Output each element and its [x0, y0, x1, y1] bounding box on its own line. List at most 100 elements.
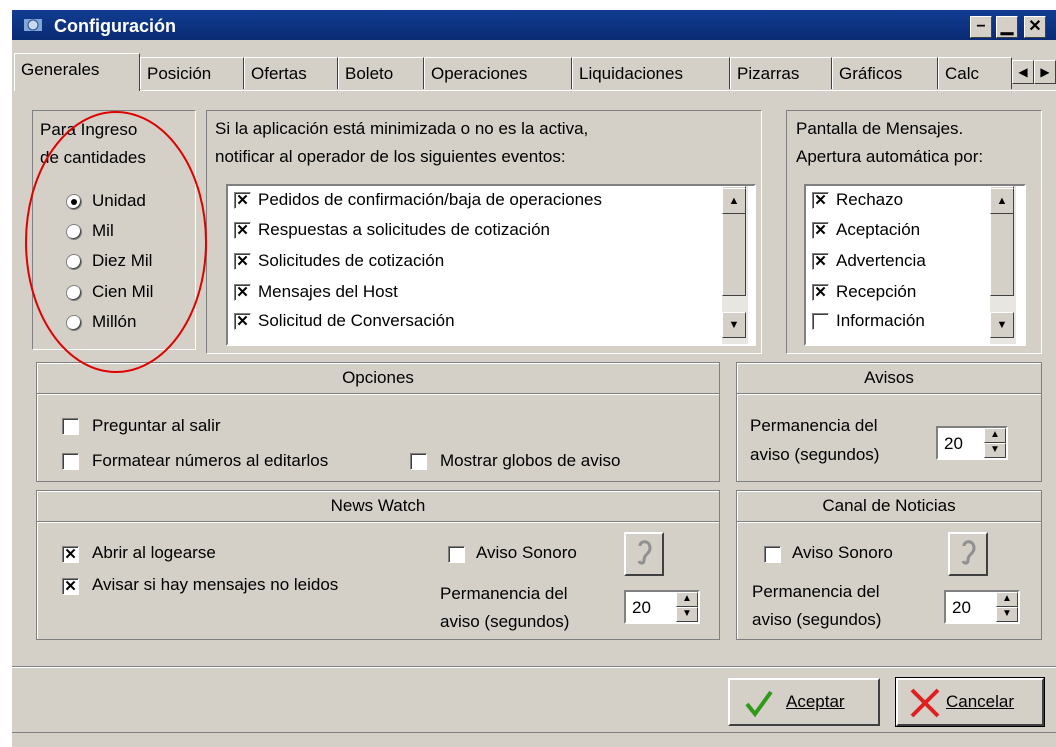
spin-down-icon: ▼: [682, 608, 692, 619]
tab-operaciones[interactable]: Operaciones: [424, 57, 572, 89]
notificar-scroll-down-button[interactable]: ▼: [722, 312, 746, 338]
tab-generales[interactable]: Generales: [14, 53, 140, 91]
button-bar-separator: [12, 666, 1056, 667]
canal-sound-button[interactable]: [948, 532, 988, 576]
minimize-icon: −: [976, 18, 986, 35]
minimize-button[interactable]: −: [970, 16, 992, 38]
mensajes-checkbox[interactable]: ✕: [812, 222, 829, 239]
newswatch-permanencia-line2: aviso (segundos): [440, 612, 570, 631]
newswatch-sound-button[interactable]: [624, 532, 664, 576]
mensajes-checkbox[interactable]: ✕: [812, 284, 829, 301]
tab-ofertas[interactable]: Ofertas: [244, 57, 338, 89]
canal-permanencia-line1: Permanencia del: [752, 582, 880, 601]
arrow-down-icon: ▼: [728, 319, 740, 331]
mensajes-item[interactable]: Información: [836, 311, 925, 331]
newswatch-seconds-value[interactable]: 20: [632, 598, 651, 618]
mensajes-item[interactable]: Rechazo: [836, 190, 903, 210]
mensajes-item[interactable]: Advertencia: [836, 251, 926, 271]
restore-button[interactable]: ▁: [996, 16, 1018, 38]
canal-permanencia-line2: aviso (segundos): [752, 610, 882, 629]
tab-label: Ofertas: [251, 64, 307, 83]
tab-pizarras[interactable]: Pizarras: [730, 57, 832, 89]
avisos-permanencia-line1: Permanencia del: [750, 416, 878, 435]
notificar-label-line2: notificar al operador de los siguientes …: [215, 147, 566, 166]
arrow-up-icon: ▲: [728, 195, 740, 207]
spin-up-icon: ▲: [682, 593, 692, 604]
tab-calc[interactable]: Calc: [938, 57, 1012, 89]
notificar-item[interactable]: Solicitudes de cotización: [258, 251, 444, 271]
spin-down-icon: ▼: [990, 444, 1000, 455]
preguntar-label[interactable]: Preguntar al salir: [92, 416, 221, 436]
mensajes-item[interactable]: Aceptación: [836, 220, 920, 240]
notificar-checkbox[interactable]: ✕: [234, 192, 251, 209]
avisos-seconds-value[interactable]: 20: [944, 434, 963, 454]
close-icon: ✕: [1028, 18, 1042, 35]
spin-down-button[interactable]: ▼: [984, 443, 1006, 458]
aceptar-button[interactable]: Aceptar: [728, 678, 880, 726]
cancelar-button[interactable]: Cancelar: [895, 677, 1045, 727]
restore-icon: ▁: [1000, 18, 1014, 35]
status-bar: [12, 732, 1056, 747]
ear-icon: [961, 540, 976, 565]
canal-aviso-sonoro-checkbox[interactable]: [764, 546, 781, 563]
avisos-title: Avisos: [737, 363, 1041, 394]
tab-label: Posición: [147, 64, 212, 83]
tab-posicion[interactable]: Posición: [140, 57, 244, 89]
tab-scroll-left-button[interactable]: ◀: [1012, 60, 1034, 84]
newswatch-aviso-sonoro-checkbox[interactable]: [448, 546, 465, 563]
spin-up-icon: ▲: [990, 429, 1000, 440]
notificar-checkbox[interactable]: ✕: [234, 253, 251, 270]
annotation-ellipse: [25, 111, 207, 373]
tab-scroll-right-button[interactable]: ▶: [1034, 60, 1056, 84]
tab-label: Liquidaciones: [579, 64, 683, 83]
close-button[interactable]: ✕: [1024, 16, 1046, 38]
tab-graficos[interactable]: Gráficos: [832, 57, 938, 89]
tab-liquidaciones[interactable]: Liquidaciones: [572, 57, 730, 89]
notificar-item[interactable]: Mensajes del Host: [258, 282, 398, 302]
notificar-item[interactable]: Respuestas a solicitudes de cotización: [258, 220, 550, 240]
mensajes-checkbox[interactable]: ✕: [812, 192, 829, 209]
notificar-item[interactable]: Solicitud de Conversación: [258, 311, 455, 331]
newswatch-permanencia-line1: Permanencia del: [440, 584, 568, 603]
mensajes-checkbox[interactable]: [812, 313, 829, 330]
canal-seconds-value[interactable]: 20: [952, 598, 971, 618]
aceptar-label: Aceptar: [786, 692, 845, 711]
spin-down-button[interactable]: ▼: [676, 607, 698, 622]
tab-label: Pizarras: [737, 64, 800, 83]
ear-icon: [637, 540, 652, 565]
notificar-label-line1: Si la aplicación está minimizada o no es…: [215, 119, 589, 138]
cancel-x-icon: [910, 688, 940, 718]
mensajes-checkbox[interactable]: ✕: [812, 253, 829, 270]
notificar-checkbox[interactable]: ✕: [234, 222, 251, 239]
notificar-checkbox[interactable]: ✕: [234, 284, 251, 301]
arrow-down-icon: ▼: [996, 319, 1008, 331]
tab-page-border: [14, 90, 1056, 91]
avisar-no-leidos-label[interactable]: Avisar si hay mensajes no leidos: [92, 575, 338, 595]
canal-aviso-sonoro-label[interactable]: Aviso Sonoro: [792, 543, 893, 563]
abrir-logearse-label[interactable]: Abrir al logearse: [92, 543, 216, 563]
notificar-checkbox[interactable]: ✕: [234, 313, 251, 330]
notificar-scroll-up-button[interactable]: ▲: [722, 188, 746, 214]
mensajes-scroll-up-button[interactable]: ▲: [990, 188, 1014, 214]
mensajes-scroll-down-button[interactable]: ▼: [990, 312, 1014, 338]
spin-up-button[interactable]: ▲: [676, 592, 698, 607]
canal-title: Canal de Noticias: [737, 491, 1041, 522]
abrir-logearse-checkbox[interactable]: ✕: [62, 546, 79, 563]
tab-boleto[interactable]: Boleto: [338, 57, 424, 89]
avisos-permanencia-line2: aviso (segundos): [750, 445, 880, 464]
notificar-item[interactable]: Pedidos de confirmación/baja de operacio…: [258, 190, 602, 210]
spin-up-button[interactable]: ▲: [996, 592, 1018, 607]
preguntar-checkbox[interactable]: [62, 418, 79, 435]
globos-label[interactable]: Mostrar globos de aviso: [440, 451, 620, 471]
spin-down-icon: ▼: [1002, 608, 1012, 619]
mensajes-item[interactable]: Recepción: [836, 282, 916, 302]
spin-down-button[interactable]: ▼: [996, 607, 1018, 622]
avisar-no-leidos-checkbox[interactable]: ✕: [62, 578, 79, 595]
spin-up-button[interactable]: ▲: [984, 428, 1006, 443]
newswatch-title: News Watch: [37, 491, 719, 522]
formatear-checkbox[interactable]: [62, 453, 79, 470]
mensajes-label-line2: Apertura automática por:: [796, 147, 984, 166]
newswatch-aviso-sonoro-label[interactable]: Aviso Sonoro: [476, 543, 577, 563]
formatear-label[interactable]: Formatear números al editarlos: [92, 451, 328, 471]
globos-checkbox[interactable]: [410, 453, 427, 470]
